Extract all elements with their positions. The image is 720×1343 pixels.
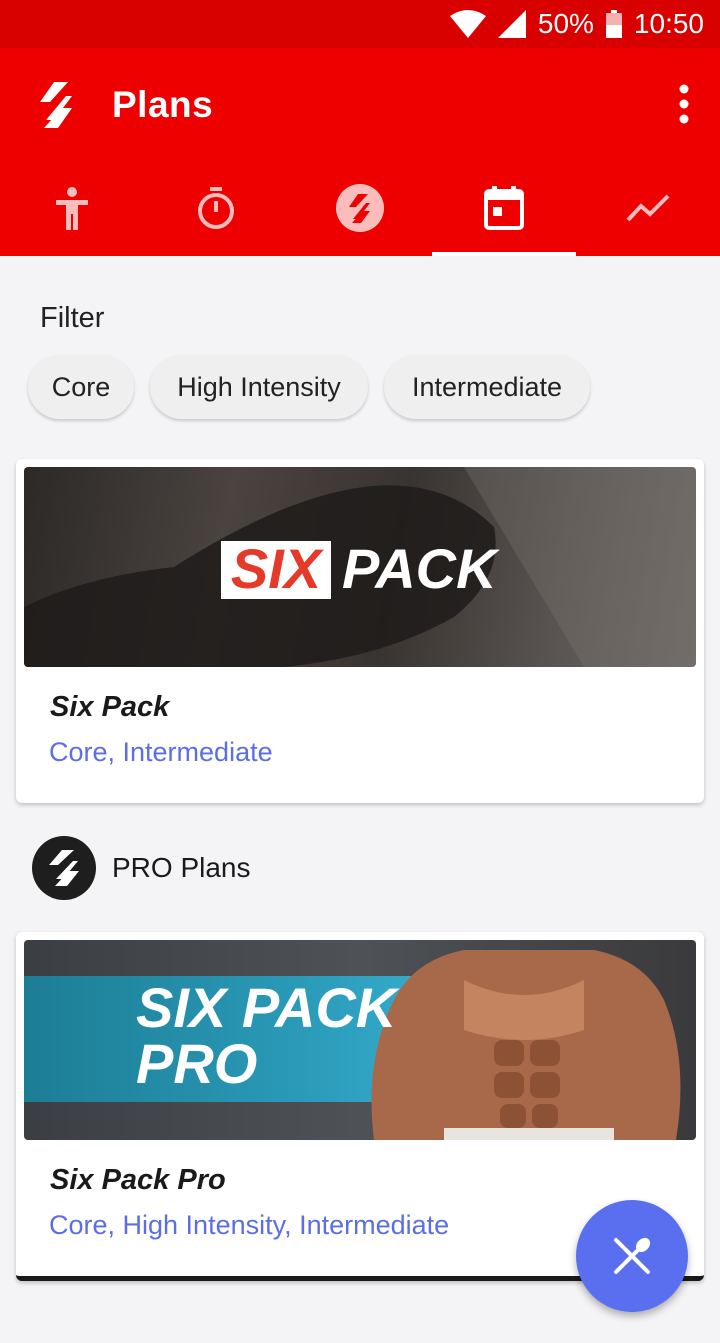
pro-plans-title: PRO Plans [112, 852, 251, 883]
tab-plans[interactable] [432, 160, 576, 256]
status-bar: 50% 10:50 [0, 0, 720, 48]
fork-knife-icon [614, 1237, 651, 1274]
tab-freeletics[interactable] [288, 160, 432, 256]
calendar-icon [484, 186, 524, 230]
filter-chip-core[interactable]: Core [28, 355, 134, 419]
freeletics-logo-icon [49, 850, 79, 886]
app-logo-icon [40, 82, 72, 128]
tab-workouts[interactable] [144, 160, 288, 256]
page-title: Plans [112, 84, 214, 125]
plan-card-six-pack[interactable]: SIX PACK Six Pack Core, Intermediate [16, 459, 704, 803]
app-bar: Plans [0, 48, 720, 256]
tab-bar [0, 160, 720, 256]
battery-icon [605, 10, 622, 38]
stopwatch-icon [198, 187, 234, 229]
plan-banner-six-pack: SIX PACK [24, 467, 696, 667]
plan-tags: Core, Intermediate [49, 737, 273, 767]
wifi-icon [449, 10, 486, 38]
tab-indicator [432, 252, 576, 256]
six-pack-logo-word2: PACK [342, 537, 497, 600]
battery-percent: 50% [537, 8, 594, 39]
filter-chip-intermediate[interactable]: Intermediate [384, 355, 590, 419]
plan-tags: Core, High Intensity, Intermediate [49, 1210, 450, 1240]
pro-banner-line1: SIX PACK [136, 976, 397, 1039]
trend-chart-icon [626, 194, 670, 222]
plan-name: Six Pack Pro [50, 1164, 226, 1196]
pro-banner-line2: PRO [136, 1032, 258, 1095]
abs-torso-image [371, 950, 681, 1140]
nutrition-fab-button[interactable] [576, 1200, 688, 1312]
plan-banner-six-pack-pro: SIX PACK PRO [24, 940, 696, 1140]
clock: 10:50 [633, 8, 704, 39]
freeletics-logo-icon [336, 184, 384, 232]
filter-title: Filter [40, 302, 105, 334]
plan-name: Six Pack [50, 691, 170, 723]
tab-progress[interactable] [576, 160, 720, 256]
pro-badge-icon [32, 836, 96, 900]
person-icon [56, 187, 88, 230]
signal-icon [497, 10, 526, 38]
filter-chip-high-intensity[interactable]: High Intensity [150, 355, 368, 419]
more-vert-icon[interactable] [676, 84, 692, 124]
pro-plans-header: PRO Plans [32, 836, 251, 900]
tab-coach[interactable] [0, 160, 144, 256]
six-pack-logo-word1: SIX [230, 537, 322, 600]
